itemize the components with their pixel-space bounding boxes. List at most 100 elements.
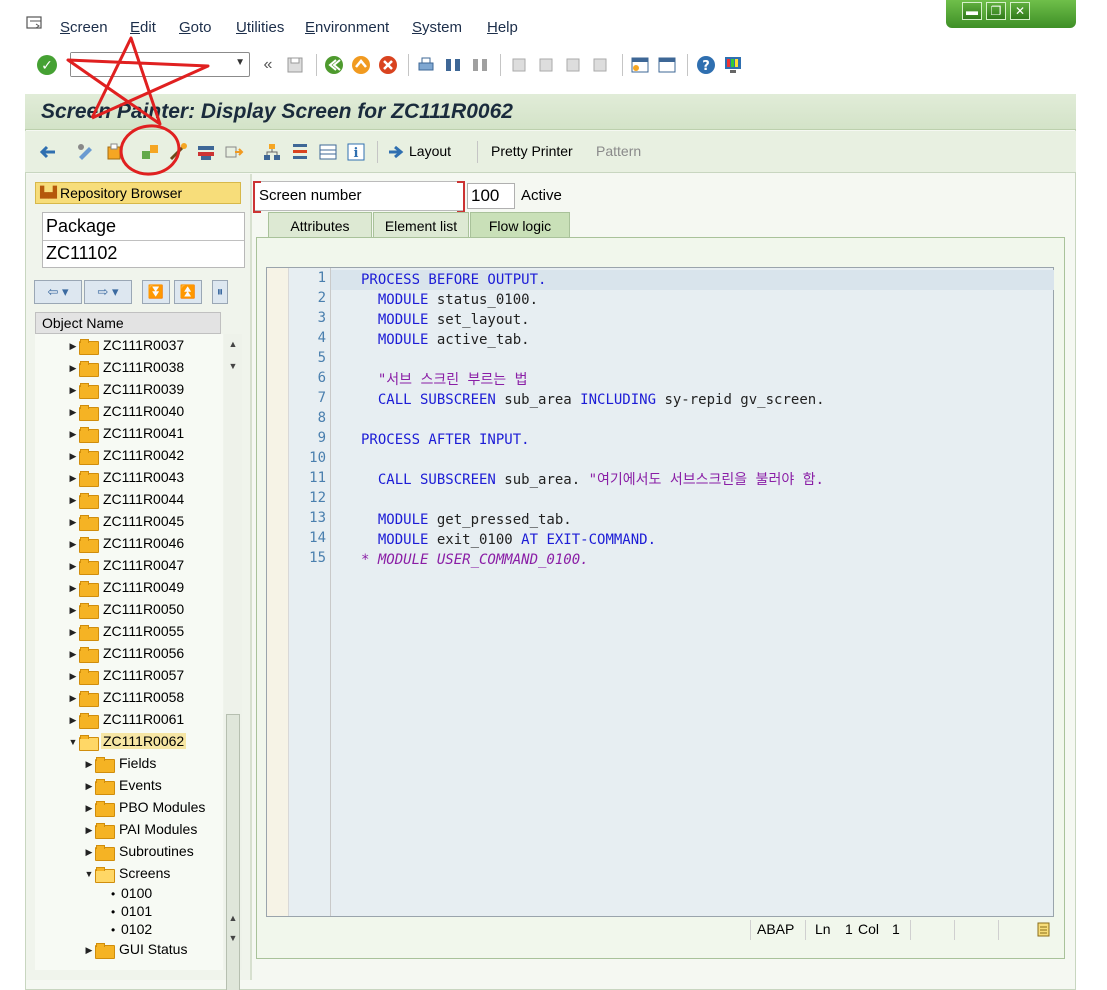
minimize-button[interactable]: ▬ bbox=[962, 2, 982, 20]
back-icon[interactable] bbox=[324, 55, 344, 75]
menu-help[interactable]: Help bbox=[487, 19, 518, 36]
object-name-field[interactable]: ZC11102 bbox=[46, 243, 117, 264]
code-line[interactable]: MODULE get_pressed_tab. bbox=[361, 510, 572, 530]
code-line[interactable]: CALL SUBSCREEN sub_area. "여기에서도 서브스크린을 불… bbox=[361, 470, 824, 490]
code-line[interactable]: CALL SUBSCREEN sub_area INCLUDING sy-rep… bbox=[361, 390, 825, 410]
expand-arrow-icon[interactable]: ▶ bbox=[67, 621, 79, 643]
tree-node[interactable]: ▶ ZC111R0045 bbox=[67, 510, 186, 532]
code-editor[interactable]: 1 2 3 4 5 6 7 8 9 10 11 12 13 14 15 PROCESS BEFORE OUT… bbox=[266, 267, 1054, 917]
tree-node[interactable]: ▶ PAI Modules bbox=[83, 818, 199, 840]
command-input[interactable] bbox=[71, 53, 226, 76]
menu-toggle-icon[interactable] bbox=[26, 16, 44, 30]
expand-arrow-icon[interactable]: ▶ bbox=[67, 511, 79, 533]
tree-node[interactable]: ▶ ZC111R0050 bbox=[67, 598, 186, 620]
tree-node[interactable]: ▶ ZC111R0044 bbox=[67, 488, 186, 510]
expand-arrow-icon[interactable]: ▶ bbox=[67, 687, 79, 709]
object-type-field[interactable]: Package bbox=[46, 216, 116, 237]
expand-arrow-icon[interactable]: ▶ bbox=[67, 423, 79, 445]
info-icon[interactable]: i bbox=[345, 141, 367, 163]
chevron-down-icon[interactable]: ▼ bbox=[235, 57, 245, 68]
enter-icon[interactable]: ✓ bbox=[37, 55, 57, 75]
first-page-icon[interactable] bbox=[509, 55, 529, 75]
object-list-icon[interactable] bbox=[261, 141, 283, 163]
expand-arrow-icon[interactable]: ▶ bbox=[67, 643, 79, 665]
cancel-icon[interactable] bbox=[378, 55, 398, 75]
menu-goto[interactable]: Goto bbox=[179, 19, 212, 36]
pane-splitter[interactable] bbox=[250, 174, 252, 980]
navigation-window-icon[interactable] bbox=[289, 141, 311, 163]
find-icon[interactable] bbox=[443, 55, 463, 75]
expand-arrow-icon[interactable]: ▶ bbox=[83, 841, 95, 863]
help-icon[interactable]: ? bbox=[696, 55, 716, 75]
menu-edit[interactable]: Edit bbox=[130, 19, 156, 36]
tree-node[interactable]: • 0101 bbox=[99, 902, 154, 920]
pattern-button[interactable]: Pattern bbox=[596, 143, 641, 159]
expand-arrow-icon[interactable]: ▶ bbox=[67, 577, 79, 599]
menu-utilities[interactable]: Utilities bbox=[236, 19, 284, 36]
find-next-icon[interactable] bbox=[470, 55, 490, 75]
tree-node[interactable]: ▶ ZC111R0061 bbox=[67, 708, 186, 730]
scroll-up-icon[interactable]: ▲ bbox=[227, 912, 239, 924]
expand-arrow-icon[interactable]: ▶ bbox=[83, 775, 95, 797]
expand-arrow-icon[interactable]: ▶ bbox=[83, 753, 95, 775]
activate-icon[interactable] bbox=[195, 141, 217, 163]
scroll-up-icon[interactable]: ▲ bbox=[227, 338, 239, 350]
code-line[interactable]: MODULE set_layout. bbox=[361, 310, 530, 330]
menu-system[interactable]: System bbox=[412, 19, 462, 36]
tree-node[interactable]: ▶ ZC111R0046 bbox=[67, 532, 186, 554]
scroll-thumb[interactable] bbox=[226, 714, 240, 990]
previous-object-button[interactable]: ⇦ ▾ bbox=[34, 280, 82, 304]
tree-node[interactable]: ▼ ZC111R0062 bbox=[67, 730, 187, 753]
expand-arrow-icon[interactable]: ▶ bbox=[67, 401, 79, 423]
tree-node[interactable]: ▶ ZC111R0047 bbox=[67, 554, 186, 576]
screen-number-field[interactable]: 100 bbox=[467, 183, 515, 209]
collapse-arrow-icon[interactable]: ▼ bbox=[83, 863, 95, 885]
maximize-button[interactable]: ❐ bbox=[986, 2, 1006, 20]
code-line[interactable]: * MODULE USER_COMMAND_0100. bbox=[361, 550, 589, 570]
menu-environment[interactable]: Environment bbox=[305, 19, 389, 36]
pretty-printer-button[interactable]: Pretty Printer bbox=[491, 143, 573, 159]
display-change-icon[interactable] bbox=[75, 141, 97, 163]
expand-arrow-icon[interactable]: ▶ bbox=[67, 489, 79, 511]
close-button[interactable]: ✕ bbox=[1010, 2, 1030, 20]
previous-page-icon[interactable] bbox=[536, 55, 556, 75]
save-icon[interactable] bbox=[285, 55, 305, 75]
code-line[interactable]: MODULE status_0100. bbox=[361, 290, 538, 310]
tree-node[interactable]: ▶ ZC111R0043 bbox=[67, 466, 186, 488]
expand-arrow-icon[interactable]: ▶ bbox=[67, 335, 79, 357]
expand-arrow-icon[interactable]: ▶ bbox=[67, 599, 79, 621]
other-object-icon[interactable] bbox=[139, 141, 161, 163]
shortcut-icon[interactable] bbox=[657, 55, 677, 75]
back-arrows-icon[interactable]: « bbox=[258, 55, 278, 75]
expand-arrow-icon[interactable]: ▶ bbox=[67, 665, 79, 687]
expand-arrow-icon[interactable]: ▶ bbox=[83, 939, 95, 961]
collapse-all-icon[interactable]: ⏫ bbox=[174, 280, 202, 304]
code-line[interactable]: PROCESS AFTER INPUT. bbox=[361, 430, 530, 450]
tree-node[interactable]: ▶ ZC111R0038 bbox=[67, 356, 186, 378]
tree-node[interactable]: ▶ ZC111R0040 bbox=[67, 400, 186, 422]
expand-arrow-icon[interactable]: ▶ bbox=[83, 819, 95, 841]
tree-node[interactable]: ▶ ZC111R0049 bbox=[67, 576, 186, 598]
tree-node[interactable]: ▶ PBO Modules bbox=[83, 796, 207, 818]
expand-arrow-icon[interactable]: ▶ bbox=[67, 445, 79, 467]
code-line[interactable]: MODULE active_tab. bbox=[361, 330, 530, 350]
where-used-icon[interactable] bbox=[223, 141, 245, 163]
back-arrow-icon[interactable] bbox=[37, 141, 59, 163]
check-icon[interactable] bbox=[167, 141, 189, 163]
more-icon[interactable]: ⏸ bbox=[212, 280, 228, 304]
repository-browser-button[interactable]: ▙▟ Repository Browser bbox=[35, 182, 241, 204]
tab-attributes[interactable]: Attributes bbox=[268, 212, 372, 238]
scroll-down-icon[interactable]: ▼ bbox=[227, 932, 239, 944]
next-object-button[interactable]: ⇨ ▾ bbox=[84, 280, 132, 304]
tree-node[interactable]: ▼ Screens bbox=[83, 862, 172, 884]
tree-column-header[interactable]: Object Name bbox=[35, 312, 221, 334]
tree-node[interactable]: ▶ Subroutines bbox=[83, 840, 196, 862]
code-line[interactable]: "서브 스크린 부르는 법 bbox=[361, 370, 528, 390]
collapse-arrow-icon[interactable]: ▼ bbox=[67, 731, 79, 753]
tree-node[interactable]: ▶ ZC111R0039 bbox=[67, 378, 186, 400]
expand-arrow-icon[interactable]: ▶ bbox=[67, 357, 79, 379]
tree-node[interactable]: • 0100 bbox=[99, 884, 154, 902]
expand-arrow-icon[interactable]: ▶ bbox=[67, 379, 79, 401]
tree-node[interactable]: ▶ ZC111R0055 bbox=[67, 620, 186, 642]
customize-layout-icon[interactable] bbox=[723, 55, 743, 75]
